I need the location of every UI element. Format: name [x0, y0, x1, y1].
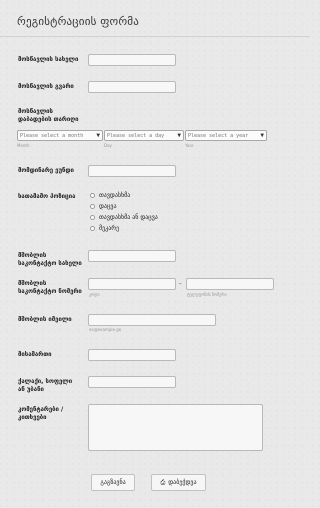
chevron-down-icon: ▼ [260, 132, 264, 139]
comments-label-line1: კომენტარები / [18, 406, 64, 413]
parent-email-placeholder: ex@example.ge [89, 327, 122, 332]
student-name-label: მოსწავლის სახელი [18, 56, 79, 63]
position-label: ხათამამო პოზიცია [18, 193, 76, 200]
year-select-value: Please select a year [188, 133, 249, 139]
form-title: რეგისტრაციის ფორმა [17, 15, 140, 28]
print-button[interactable]: ⎙ დაბეჭდვა [151, 474, 206, 491]
parent-email-input[interactable] [88, 314, 216, 326]
phone-number-input[interactable] [186, 278, 274, 290]
radio-button[interactable] [90, 193, 95, 198]
parent-phone-label-line1: მშობლის [18, 280, 47, 287]
radio-button[interactable] [90, 226, 95, 231]
radio-option-attack[interactable]: თავდასხმა [90, 192, 130, 199]
year-select[interactable]: Please select a year ▼ [185, 130, 267, 141]
title-divider [0, 36, 310, 37]
address-input[interactable] [88, 349, 176, 361]
current-team-label: მომდინარე ეუნდი [18, 167, 74, 174]
radio-button[interactable] [90, 204, 95, 209]
radio-option-goalkeeper[interactable]: მეკარე [90, 225, 119, 232]
month-sublabel: Month [17, 143, 30, 148]
printer-icon: ⎙ [160, 479, 166, 486]
submit-button[interactable]: გაგზავნა [91, 474, 135, 491]
phone-area-code-input[interactable] [88, 278, 176, 290]
student-surname-input[interactable] [88, 81, 176, 93]
parent-name-input[interactable] [88, 250, 176, 262]
month-select-value: Please select a month [20, 133, 84, 139]
print-button-label: დაბეჭდვა [168, 479, 197, 486]
year-sublabel: Year [185, 143, 194, 148]
city-label-line1: ქალაქი, სოფელი [18, 378, 73, 385]
student-surname-label: მოსწავლის გვარი [18, 83, 74, 90]
parent-name-label-line2: საკონტაქტო სახელი [18, 260, 82, 267]
city-input[interactable] [88, 376, 176, 388]
radio-label: თავდასხმა [99, 192, 131, 199]
radio-button[interactable] [90, 215, 95, 220]
student-name-input[interactable] [88, 54, 176, 66]
parent-email-label: მშობლის იმეილი [18, 316, 72, 323]
radio-label: მეკარე [99, 225, 120, 232]
day-select-value: Please select a day [107, 133, 165, 139]
radio-option-attack-or-defense[interactable]: თავდასხმა ან დაცვა [90, 214, 158, 221]
birthdate-label-line2: დაბადების თარიღი [18, 116, 79, 123]
phone-number-sublabel: ტელეფონის ნომერი [187, 292, 227, 297]
radio-option-defense[interactable]: დაცვა [90, 203, 117, 210]
current-team-input[interactable] [88, 165, 176, 177]
submit-button-label: გაგზავნა [100, 479, 126, 486]
phone-separator: - [179, 280, 182, 288]
radio-label: დაცვა [99, 203, 117, 210]
comments-label-line2: კითხვები [18, 414, 47, 421]
day-sublabel: Day [104, 143, 112, 148]
birthdate-label-line1: მოსწავლის [18, 108, 53, 115]
chevron-down-icon: ▼ [96, 132, 100, 139]
address-label: მისამართი [18, 351, 52, 358]
day-select[interactable]: Please select a day ▼ [104, 130, 184, 141]
chevron-down-icon: ▼ [177, 132, 181, 139]
city-label-line2: ან უბანი [18, 386, 44, 393]
comments-textarea[interactable] [88, 404, 263, 451]
phone-area-sublabel: კოდი [89, 292, 100, 297]
parent-phone-label-line2: საკონტაქტო ნომერი [18, 288, 82, 295]
parent-name-label-line1: მშობლის [18, 252, 47, 259]
month-select[interactable]: Please select a month ▼ [17, 130, 103, 141]
radio-label: თავდასხმა ან დაცვა [99, 214, 158, 221]
